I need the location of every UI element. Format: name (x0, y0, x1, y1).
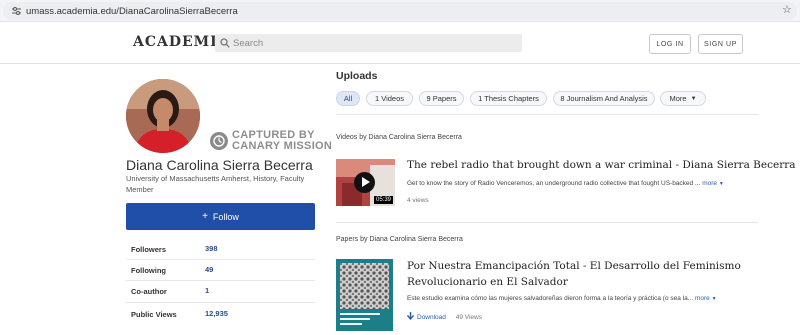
download-link[interactable]: Download (407, 312, 448, 321)
follow-label: Follow (212, 211, 239, 222)
paper-meta: Download 49 Views (407, 312, 482, 321)
paper-more-label: more (694, 295, 710, 302)
stat-value-coauthor[interactable]: 1 (205, 286, 209, 295)
section-divider (336, 222, 758, 223)
browser-address-bar: umass.academia.edu/DianaCarolinaSierraBe… (0, 0, 800, 22)
videos-section-heading: Videos by Diana Carolina Sierra Becerra (336, 134, 462, 141)
video-title[interactable]: The rebel radio that brought down a war … (407, 157, 796, 173)
paper-views: 49 Views (455, 314, 482, 321)
plus-icon: + (202, 211, 208, 222)
stat-value-following[interactable]: 49 (205, 265, 213, 274)
video-duration: 05:39 (373, 196, 393, 204)
login-button[interactable]: LOG IN (649, 34, 691, 54)
chevron-down-icon: ▼ (718, 181, 724, 187)
stat-divider (126, 280, 315, 281)
uploads-heading: Uploads (336, 70, 378, 82)
watermark-text: CAPTURED BY CANARY MISSION (232, 130, 332, 152)
canary-mission-watermark: CAPTURED BY CANARY MISSION (210, 130, 332, 152)
url-text: umass.academia.edu/DianaCarolinaSierraBe… (26, 6, 238, 17)
stat-label-coauthor: Co-author (131, 287, 167, 296)
chevron-down-icon: ▼ (690, 95, 697, 102)
stat-label-followers: Followers (131, 245, 167, 254)
search-icon (220, 38, 230, 48)
video-views: 4 views (407, 197, 429, 204)
paper-more-link[interactable]: more ▼ (695, 295, 717, 302)
paper-title-line1: Por Nuestra Emancipación Total - El Desa… (407, 260, 741, 272)
stat-divider (126, 259, 315, 260)
profile-name: Diana Carolina Sierra Becerra (126, 157, 313, 173)
paper-description-text: Este estudio examina cómo las mujeres sa… (407, 295, 694, 302)
bookmark-star-icon[interactable]: ☆ (782, 5, 792, 16)
search-box[interactable] (215, 34, 522, 52)
stat-value-followers[interactable]: 398 (205, 244, 218, 253)
filter-papers[interactable]: 9 Papers (419, 91, 464, 106)
video-thumbnail[interactable]: 05:39 (336, 159, 395, 206)
video-description: Get to know the story of Radio Venceremo… (407, 180, 724, 187)
url-bar[interactable]: umass.academia.edu/DianaCarolinaSierraBe… (3, 2, 797, 20)
papers-section-heading: Papers by Diana Carolina Sierra Becerra (336, 236, 463, 243)
follow-button[interactable]: + Follow (126, 203, 315, 230)
filter-more-label: More (669, 94, 687, 103)
section-divider (336, 114, 758, 115)
search-input[interactable] (233, 34, 518, 52)
download-label: Download (417, 314, 446, 321)
filter-thesis-chapters[interactable]: 1 Thesis Chapters (470, 91, 547, 106)
stat-label-following: Following (131, 266, 166, 275)
stat-divider (126, 302, 315, 303)
video-description-text: Get to know the story of Radio Venceremo… (407, 180, 701, 187)
paper-description: Este estudio examina cómo las mujeres sa… (407, 295, 717, 302)
video-more-link[interactable]: more ▼ (702, 180, 724, 187)
site-header: ACADEMIA LOG IN SIGN UP (0, 22, 800, 64)
filter-more[interactable]: More ▼ (660, 91, 706, 106)
watermark-line2: CANARY MISSION (232, 140, 333, 152)
filter-journalism[interactable]: 8 Journalism And Analysis (553, 91, 655, 106)
chevron-down-icon: ▼ (711, 296, 717, 302)
stat-label-public-views: Public Views (131, 310, 177, 319)
avatar (126, 79, 200, 153)
filter-all[interactable]: All (336, 91, 360, 106)
clock-badge-icon (210, 132, 228, 150)
play-icon[interactable] (354, 172, 375, 193)
paper-cover-thumbnail[interactable] (336, 259, 393, 331)
signup-button[interactable]: SIGN UP (698, 34, 743, 54)
profile-affiliation: University of Massachusetts Amherst, His… (126, 174, 305, 194)
download-icon (407, 312, 414, 320)
profile-photo (126, 79, 200, 153)
paper-title-line2: Revolucionario en El Salvador (407, 276, 568, 288)
video-more-label: more (702, 180, 718, 187)
stat-value-public-views: 12,935 (205, 309, 228, 318)
site-settings-icon[interactable] (12, 7, 21, 15)
filter-videos[interactable]: 1 Videos (366, 91, 413, 106)
paper-title[interactable]: Por Nuestra Emancipación Total - El Desa… (407, 258, 741, 290)
